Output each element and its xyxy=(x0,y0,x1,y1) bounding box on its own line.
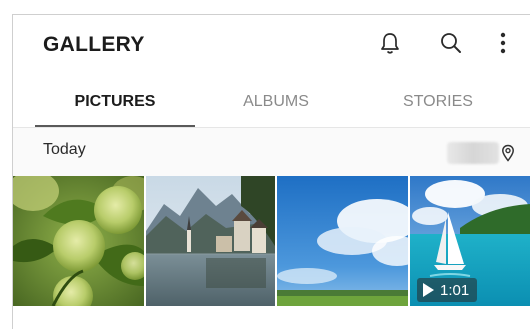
video-duration-badge: 1:01 xyxy=(417,278,478,302)
location-text-blurred xyxy=(447,142,499,164)
bell-icon xyxy=(379,31,401,60)
photo-thumbnail-lake-village[interactable] xyxy=(146,176,275,306)
app-title: GALLERY xyxy=(43,33,145,56)
search-button[interactable] xyxy=(435,29,467,61)
tab-pictures[interactable]: PICTURES xyxy=(35,77,195,127)
notifications-button[interactable] xyxy=(374,29,406,61)
play-icon xyxy=(423,283,434,297)
photo-grid: 1:01 xyxy=(13,176,530,306)
photo-thumbnail-hydrangea[interactable] xyxy=(13,176,144,306)
search-icon xyxy=(439,31,463,60)
app-bar: GALLERY xyxy=(13,15,530,77)
more-vertical-icon xyxy=(499,31,507,60)
tab-stories[interactable]: STORIES xyxy=(357,77,519,127)
gallery-screen: GALLERY PICTURES ALBUMS STORIES Today 1:… xyxy=(12,14,530,329)
date-section-header: Today xyxy=(13,128,530,176)
more-options-button[interactable] xyxy=(487,29,519,61)
video-duration: 1:01 xyxy=(440,281,470,299)
location-pin-icon[interactable] xyxy=(499,142,517,164)
video-thumbnail-sailboat[interactable]: 1:01 xyxy=(410,176,530,306)
tab-bar: PICTURES ALBUMS STORIES xyxy=(13,77,530,127)
section-date-label: Today xyxy=(43,141,86,158)
grid-empty-area xyxy=(13,306,530,329)
photo-thumbnail-sky-field[interactable] xyxy=(277,176,408,306)
tab-albums[interactable]: ALBUMS xyxy=(195,77,357,127)
